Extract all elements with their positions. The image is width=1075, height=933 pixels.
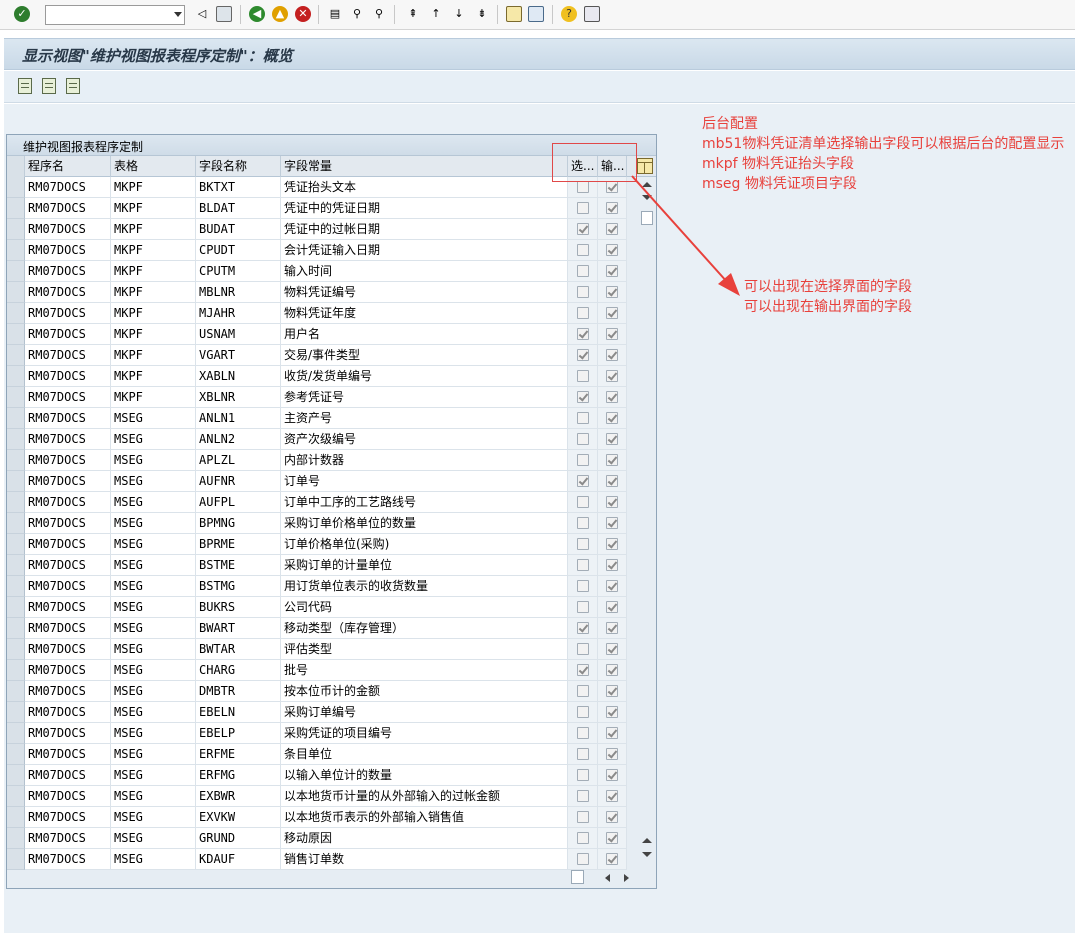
note-line: 后台配置 — [702, 116, 758, 132]
annotation-note: 后台配置 mb51物料凭证清单选择输出字段可以根据后台的配置显示 mkpf 物料… — [702, 114, 1072, 194]
arrow-note-line: 可以出现在输出界面的字段 — [744, 299, 912, 315]
arrow-note-line: 可以出现在选择界面的字段 — [744, 279, 912, 295]
note-line: mkpf 物料凭证抬头字段 — [702, 156, 855, 172]
note-line: mseg 物料凭证项目字段 — [702, 176, 857, 192]
note-line: mb51物料凭证清单选择输出字段可以根据后台的配置显示 — [702, 136, 1065, 152]
arrow-note: 可以出现在选择界面的字段 可以出现在输出界面的字段 — [744, 277, 912, 317]
